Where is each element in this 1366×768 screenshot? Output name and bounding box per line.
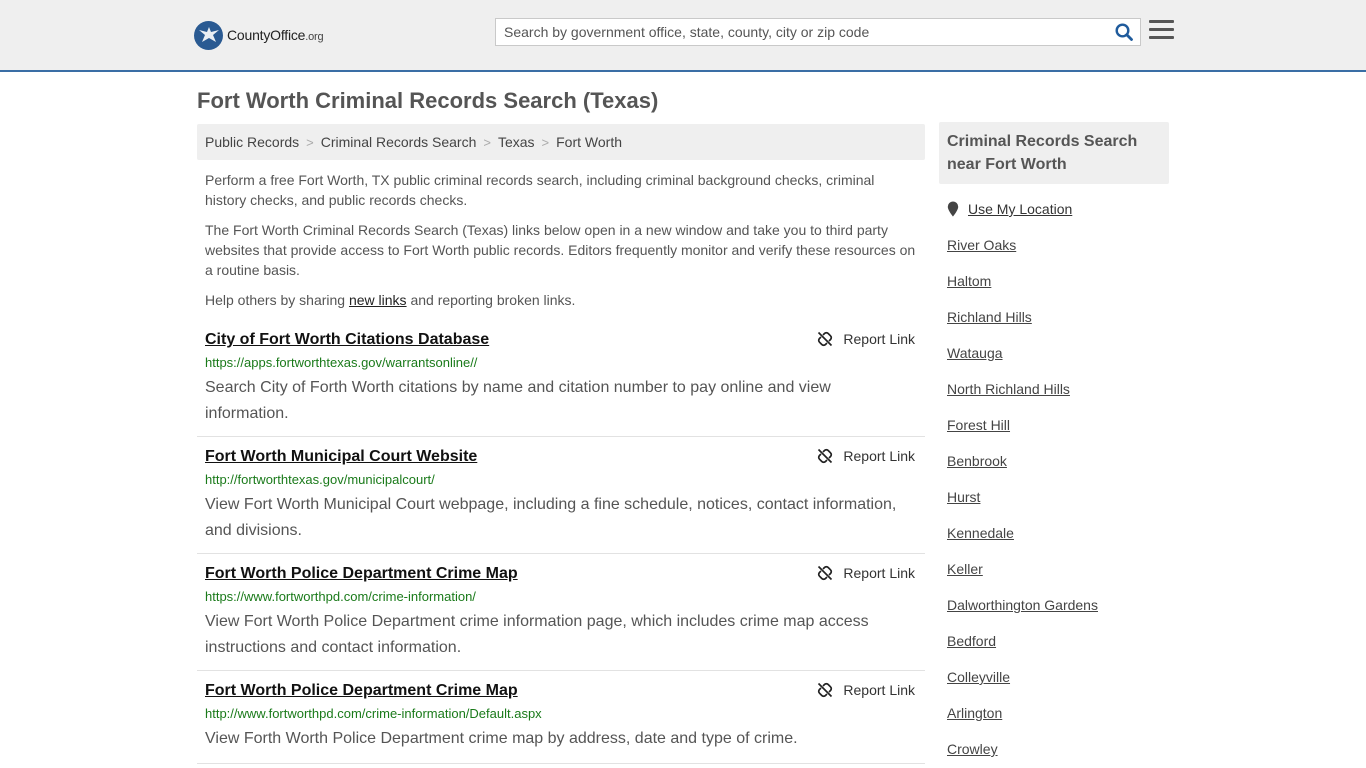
page-title: Fort Worth Criminal Records Search (Texa… [197,88,659,113]
sidebar-city-link[interactable]: Dalworthington Gardens [947,597,1098,613]
record-description: View Forth Worth Police Department crime… [205,730,798,747]
report-link-label: Report Link [843,565,915,581]
breadcrumb-criminal-records-search[interactable]: Criminal Records Search [321,134,477,150]
search-icon [1115,23,1133,41]
broken-link-icon [818,448,833,464]
site-header: CountyOffice.org [0,0,1366,72]
hamburger-menu-icon[interactable] [1149,18,1175,44]
record-description: View Fort Worth Municipal Court webpage,… [205,496,897,539]
new-links-link[interactable]: new links [349,292,407,308]
logo-suffix: .org [305,31,324,43]
sidebar-city-link[interactable]: Arlington [947,705,1002,721]
report-link-button[interactable]: Report Link [817,682,915,698]
sidebar-heading: Criminal Records Search near Fort Worth [939,122,1169,184]
intro-paragraph: The Fort Worth Criminal Records Search (… [205,222,916,278]
broken-link-icon [818,331,833,347]
search-bar [495,18,1141,46]
breadcrumb-texas[interactable]: Texas [498,134,535,150]
search-input[interactable] [496,19,1108,45]
sidebar-city-link[interactable]: Keller [947,561,983,577]
breadcrumb-public-records[interactable]: Public Records [205,134,299,150]
breadcrumb-separator: > [306,134,314,150]
record-item: Fort Worth Police Department Crime Map R… [197,682,925,764]
record-url: https://apps.fortworthtexas.gov/warrants… [205,355,478,370]
sidebar-city-link[interactable]: Richland Hills [947,309,1032,325]
intro-paragraph: Perform a free Fort Worth, TX public cri… [205,172,875,208]
broken-link-icon [818,682,833,698]
record-item: Fort Worth Police Department Crime Map R… [197,565,925,671]
sidebar-city-link[interactable]: Forest Hill [947,417,1010,433]
search-button[interactable] [1108,19,1140,45]
sidebar-city-link[interactable]: Bedford [947,633,996,649]
sidebar-city-link[interactable]: Colleyville [947,669,1010,685]
breadcrumb-separator: > [541,134,550,150]
sidebar-city-link[interactable]: Watauga [947,345,1003,361]
sidebar-city-link[interactable]: North Richland Hills [947,381,1070,397]
breadcrumb: Public Records > Criminal Records Search… [197,124,925,160]
breadcrumb-fort-worth[interactable]: Fort Worth [556,134,622,150]
logo-main: CountyOffice [227,27,306,43]
site-logo[interactable]: CountyOffice.org [194,20,324,50]
sidebar-city-link[interactable]: Haltom [947,273,991,289]
record-title-link[interactable]: Fort Worth Police Department Crime Map [205,682,518,700]
broken-link-icon [818,565,833,581]
sidebar-city-link[interactable]: River Oaks [947,237,1016,253]
eagle-seal-icon [194,20,223,50]
report-link-button[interactable]: Report Link [817,565,915,581]
use-my-location-link[interactable]: Use My Location [968,201,1072,217]
share-text-after: and reporting broken links. [406,292,576,308]
report-link-button[interactable]: Report Link [817,331,915,347]
record-url: http://www.fortworthpd.com/crime-informa… [205,706,542,721]
record-item: City of Fort Worth Citations Database Re… [197,331,925,437]
use-location: Use My Location [947,201,1072,217]
report-link-label: Report Link [843,331,915,347]
record-description: View Fort Worth Police Department crime … [205,613,869,656]
sidebar-city-link[interactable]: Hurst [947,489,980,505]
record-description: Search City of Forth Worth citations by … [205,379,831,422]
report-link-button[interactable]: Report Link [817,448,915,464]
sidebar-city-link[interactable]: Benbrook [947,453,1007,469]
report-link-label: Report Link [843,448,915,464]
record-url: http://fortworthtexas.gov/municipalcourt… [205,472,435,487]
record-title-link[interactable]: Fort Worth Police Department Crime Map [205,565,518,583]
breadcrumb-separator: > [483,134,491,150]
logo-text: CountyOffice.org [227,27,324,43]
record-item: Fort Worth Municipal Court Website Repor… [197,448,925,554]
location-pin-icon [947,201,959,217]
share-links-text: Help others by sharing new links and rep… [205,290,917,310]
record-title-link[interactable]: City of Fort Worth Citations Database [205,331,489,349]
record-url: https://www.fortworthpd.com/crime-inform… [205,589,476,604]
sidebar-city-link[interactable]: Kennedale [947,525,1014,541]
share-text-before: Help others by sharing [205,292,349,308]
record-title-link[interactable]: Fort Worth Municipal Court Website [205,448,477,466]
sidebar-city-link[interactable]: Crowley [947,741,998,757]
report-link-label: Report Link [843,682,915,698]
